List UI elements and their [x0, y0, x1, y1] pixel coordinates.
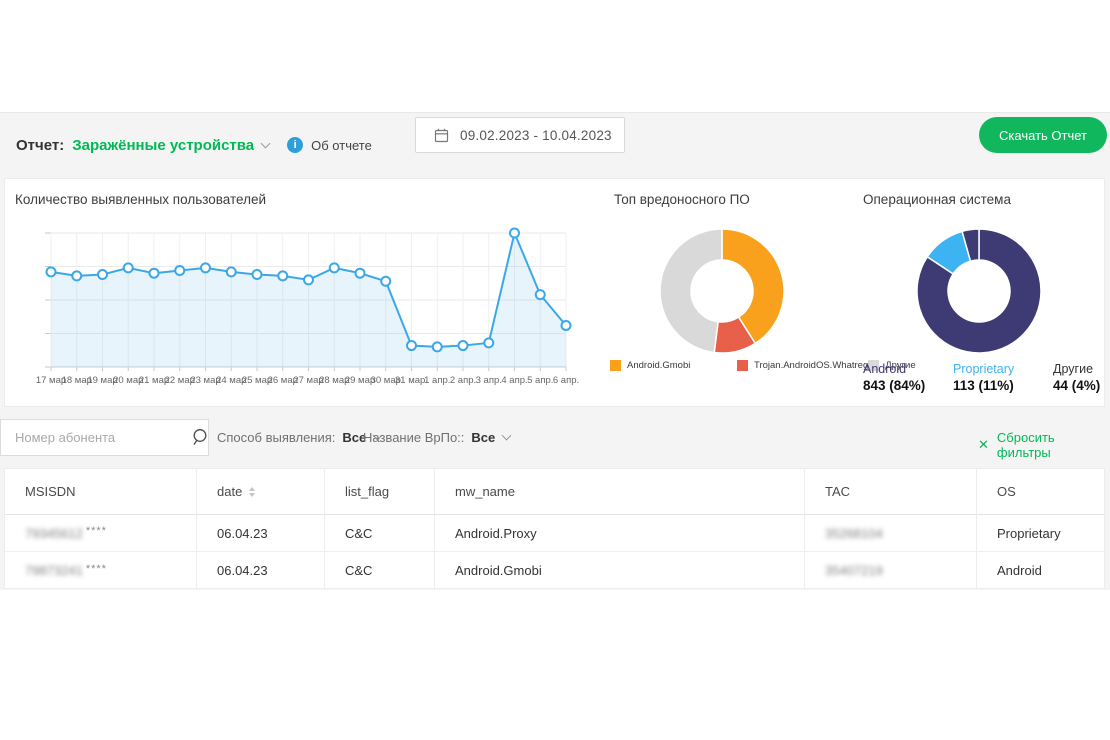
svg-text:1 апр.: 1 апр. — [424, 375, 450, 386]
column-header-msisdn[interactable]: MSISDN — [5, 469, 197, 515]
search-icon[interactable] — [191, 428, 210, 447]
chevron-down-icon — [261, 138, 271, 148]
cell-tac: 35268104 — [805, 515, 977, 552]
column-header-list_flag[interactable]: list_flag — [325, 469, 435, 515]
report-label: Отчет: — [16, 137, 64, 154]
legend-label: Android.Gmobi — [627, 360, 690, 371]
cell-mw-name: Android.Gmobi — [435, 552, 805, 589]
legend-swatch — [737, 360, 748, 371]
cell-os: Android — [977, 552, 1104, 589]
reset-filters-button[interactable]: ✕ Сбросить фильтры — [978, 430, 1110, 460]
infected-devices-table: MSISDNdatelist_flagmw_nameTACOS 79345612… — [4, 468, 1105, 589]
report-header-bar: Отчет: Заражённые устройства i Об отчете — [16, 112, 372, 178]
cell-msisdn: 79873241**** — [5, 552, 197, 589]
malware-donut-title: Топ вредоносного ПО — [614, 192, 750, 207]
os-donut-title: Операционная система — [863, 192, 1011, 207]
cell-date: 06.04.23 — [197, 515, 325, 552]
close-icon: ✕ — [978, 437, 989, 453]
calendar-icon — [434, 128, 449, 143]
os-stat-value: 843 (84%) — [863, 377, 925, 394]
os-stat: Proprietary 113 (11%) — [953, 361, 1014, 394]
cell-os: Proprietary — [977, 515, 1104, 552]
cell-msisdn: 79345612**** — [5, 515, 197, 552]
os-stat-name: Proprietary — [953, 361, 1014, 377]
malware-name-value: Все — [471, 430, 495, 445]
users-line-chart: 17 мар18 мар19 мар20 мар21 мар22 мар23 м… — [31, 221, 581, 401]
os-stat: Другие 44 (4%) — [1053, 361, 1100, 394]
svg-text:4 апр.: 4 апр. — [501, 375, 527, 386]
table-row[interactable]: 79345612**** 06.04.23 C&C Android.Proxy … — [5, 515, 1104, 552]
svg-text:3 апр.: 3 апр. — [476, 375, 502, 386]
info-icon: i — [287, 137, 303, 153]
svg-text:2 апр.: 2 апр. — [450, 375, 476, 386]
column-header-date[interactable]: date — [197, 469, 325, 515]
chevron-down-icon — [502, 431, 512, 441]
cell-list-flag: C&C — [325, 515, 435, 552]
legend-item: Android.Gmobi — [610, 360, 737, 371]
sort-icon[interactable] — [249, 487, 255, 497]
table-body: 79345612**** 06.04.23 C&C Android.Proxy … — [5, 515, 1104, 589]
detection-method-dropdown[interactable]: Способ выявления: Все — [217, 430, 381, 445]
about-report-label: Об отчете — [311, 138, 372, 153]
legend-swatch — [610, 360, 621, 371]
os-stat: Android 843 (84%) — [863, 361, 925, 394]
os-stat-name: Android — [863, 361, 925, 377]
date-range-value: 09.02.2023 - 10.04.2023 — [460, 128, 612, 143]
report-name-dropdown[interactable]: Заражённые устройства — [72, 137, 269, 154]
cell-tac: 35407219 — [805, 552, 977, 589]
malware-name-dropdown[interactable]: Название ВрПо:: Все — [363, 430, 510, 445]
date-range-picker[interactable]: 09.02.2023 - 10.04.2023 — [415, 117, 625, 153]
legend-label: Trojan.AndroidOS.Whatreg — [754, 360, 868, 371]
os-stat-value: 44 (4%) — [1053, 377, 1100, 394]
column-header-mw_name[interactable]: mw_name — [435, 469, 805, 515]
os-stat-value: 113 (11%) — [953, 377, 1014, 394]
detection-method-label: Способ выявления: — [217, 430, 335, 445]
subscriber-number-search — [0, 419, 209, 456]
svg-text:6 апр.: 6 апр. — [553, 375, 579, 386]
svg-text:31 мар.: 31 мар. — [395, 375, 428, 386]
table-header: MSISDNdatelist_flagmw_nameTACOS — [5, 469, 1104, 515]
cell-list-flag: C&C — [325, 552, 435, 589]
column-header-os[interactable]: OS — [977, 469, 1104, 515]
cell-date: 06.04.23 — [197, 552, 325, 589]
os-stat-name: Другие — [1053, 361, 1100, 377]
table-row[interactable]: 79873241**** 06.04.23 C&C Android.Gmobi … — [5, 552, 1104, 589]
about-report-link[interactable]: i Об отчете — [287, 137, 372, 153]
legend-item: Trojan.AndroidOS.Whatreg — [737, 360, 868, 371]
malware-name-label: Название ВрПо:: — [363, 430, 464, 445]
os-donut-stats: Android 843 (84%) Proprietary 113 (11%) … — [863, 361, 1110, 401]
infected-devices-report-page: Отчет: Заражённые устройства i Об отчете… — [0, 0, 1110, 740]
column-header-tac[interactable]: TAC — [805, 469, 977, 515]
reset-filters-label: Сбросить фильтры — [997, 430, 1110, 460]
cell-mw-name: Android.Proxy — [435, 515, 805, 552]
line-chart-title: Количество выявленных пользователей — [15, 192, 266, 207]
search-input[interactable] — [1, 420, 191, 455]
download-report-button[interactable]: Скачать Отчет — [979, 117, 1107, 153]
svg-text:5 апр.: 5 апр. — [527, 375, 553, 386]
charts-card: Количество выявленных пользователей 17 м… — [4, 178, 1105, 407]
malware-donut-chart — [657, 226, 787, 356]
report-name: Заражённые устройства — [72, 137, 254, 154]
os-donut-chart — [914, 226, 1044, 356]
